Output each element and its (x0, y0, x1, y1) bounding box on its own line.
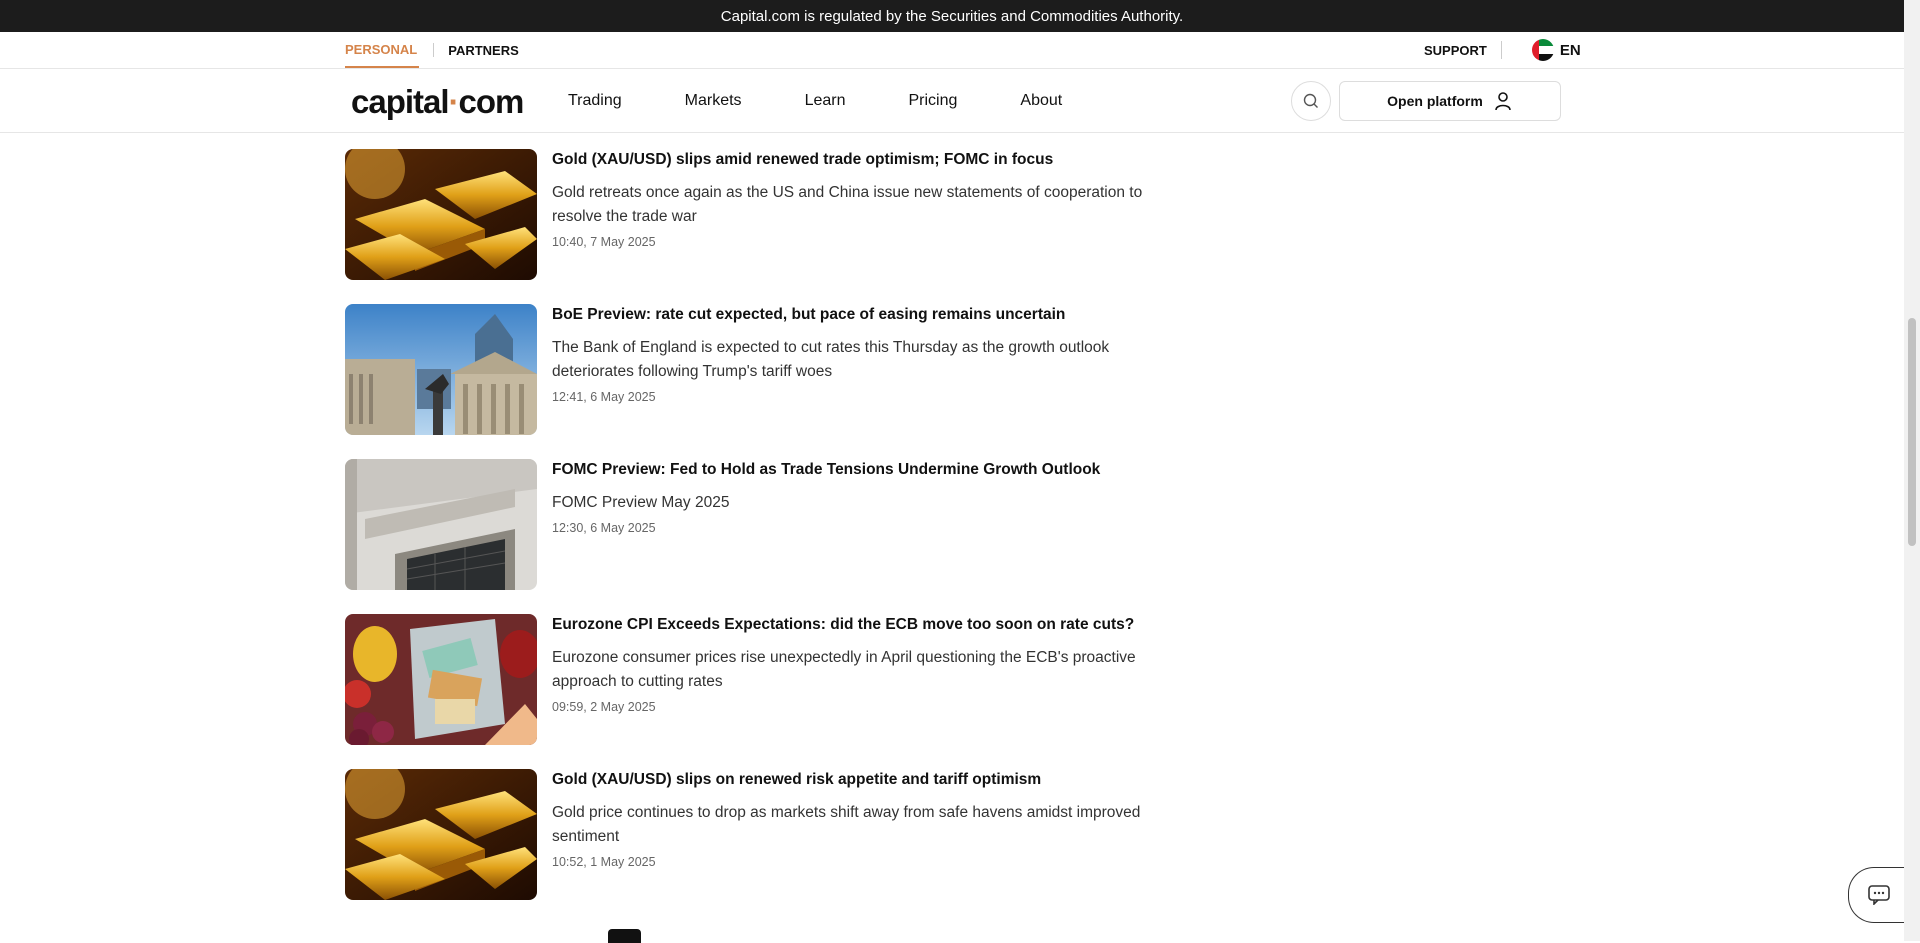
article-description: Gold retreats once again as the US and C… (552, 184, 1143, 225)
page-scrollbar[interactable] (1904, 0, 1920, 941)
article-item[interactable]: Eurozone CPI Exceeds Expectations: did t… (345, 614, 1145, 769)
article-description: The Bank of England is expected to cut r… (552, 339, 1110, 380)
article-title[interactable]: BoE Preview: rate cut expected, but pace… (552, 306, 1192, 324)
article-title[interactable]: Eurozone CPI Exceeds Expectations: did t… (552, 616, 1192, 634)
open-platform-label: Open platform (1387, 93, 1483, 109)
uae-flag-icon[interactable] (1531, 39, 1554, 61)
article-title[interactable]: FOMC Preview: Fed to Hold as Trade Tensi… (552, 461, 1192, 479)
audience-nav: PERSONAL PARTNERS SUPPORT EN (0, 32, 1904, 69)
main-header: capital·com Trading Markets Learn Pricin… (0, 69, 1904, 133)
grocery-basket-image[interactable] (345, 614, 537, 745)
language-selector[interactable]: EN (1560, 42, 1581, 59)
divider (433, 43, 435, 57)
bank-of-england-image[interactable] (345, 304, 537, 435)
article-item[interactable]: FOMC Preview: Fed to Hold as Trade Tensi… (345, 459, 1145, 614)
article-timestamp: 12:30, 6 May 2025 (552, 521, 656, 535)
article-title[interactable]: Gold (XAU/USD) slips amid renewed trade … (552, 151, 1192, 169)
article-timestamp: 10:40, 7 May 2025 (552, 235, 656, 249)
partners-link[interactable]: PARTNERS (448, 43, 519, 58)
nav-about[interactable]: About (1020, 92, 1062, 110)
regulation-banner: Capital.com is regulated by the Securiti… (0, 0, 1904, 32)
main-nav: Trading Markets Learn Pricing About (568, 69, 1125, 133)
article-item[interactable]: Gold (XAU/USD) slips on renewed risk app… (345, 769, 1145, 924)
article-item[interactable]: BoE Preview: rate cut expected, but pace… (345, 304, 1145, 459)
regulation-text: Capital.com is regulated by the Securiti… (720, 7, 1184, 25)
capital-logo[interactable]: capital·com (351, 83, 524, 121)
article-title[interactable]: Gold (XAU/USD) slips on renewed risk app… (552, 771, 1192, 789)
nav-trading[interactable]: Trading (568, 92, 622, 110)
gold-bars-image[interactable] (345, 149, 537, 280)
nav-learn[interactable]: Learn (805, 92, 846, 110)
user-icon (1495, 92, 1511, 111)
nav-pricing[interactable]: Pricing (908, 92, 957, 110)
scrollbar-thumb[interactable] (1908, 318, 1916, 546)
article-item[interactable]: Gold (XAU/USD) slips amid renewed trade … (345, 149, 1145, 304)
open-platform-button[interactable]: Open platform (1339, 81, 1561, 121)
article-timestamp: 12:41, 6 May 2025 (552, 390, 656, 404)
article-description: Gold price continues to drop as markets … (552, 804, 1141, 845)
search-button[interactable] (1291, 81, 1331, 121)
chat-button[interactable] (1848, 867, 1908, 923)
federal-reserve-image[interactable] (345, 459, 537, 590)
article-description: FOMC Preview May 2025 (552, 494, 730, 511)
personal-link[interactable]: PERSONAL (345, 32, 420, 68)
article-list: Gold (XAU/USD) slips amid renewed trade … (345, 149, 1145, 924)
article-timestamp: 10:52, 1 May 2025 (552, 855, 656, 869)
article-timestamp: 09:59, 2 May 2025 (552, 700, 656, 714)
gold-bars-image[interactable] (345, 769, 537, 900)
support-link[interactable]: SUPPORT (1424, 43, 1487, 58)
article-description: Eurozone consumer prices rise unexpected… (552, 649, 1136, 690)
nav-markets[interactable]: Markets (685, 92, 742, 110)
chat-icon (1867, 885, 1890, 905)
divider (1500, 41, 1502, 59)
search-icon (1303, 93, 1318, 108)
